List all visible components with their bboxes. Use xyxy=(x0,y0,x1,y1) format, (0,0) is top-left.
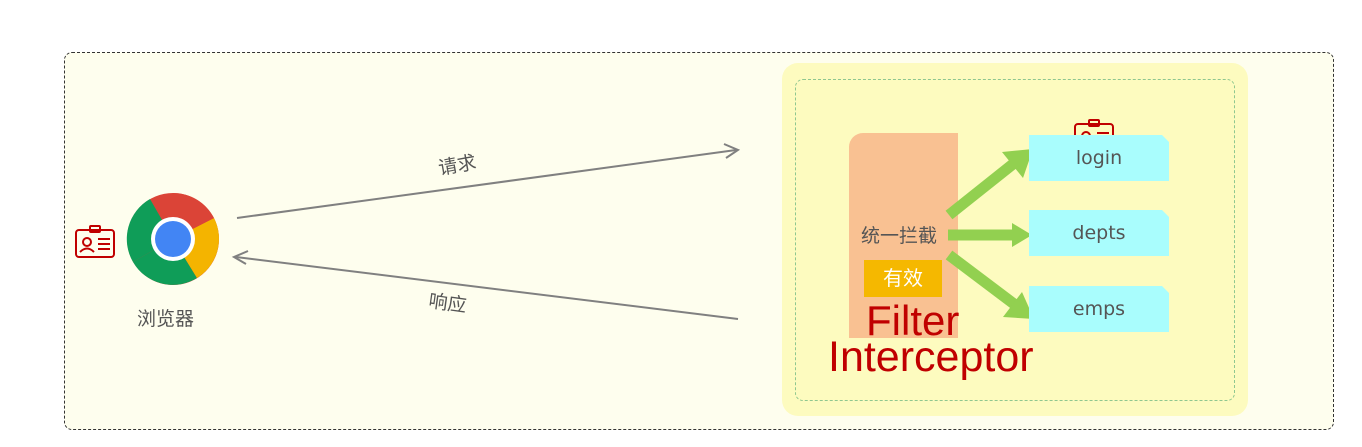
endpoint-emps: emps xyxy=(1029,286,1169,332)
request-arrow xyxy=(236,143,741,219)
green-arrow-depts xyxy=(948,223,1032,247)
valid-badge: 有效 xyxy=(864,260,942,297)
interceptor-title: Interceptor xyxy=(828,333,1034,381)
chrome-browser-icon xyxy=(126,192,219,285)
endpoint-login: login xyxy=(1029,135,1169,181)
endpoint-depts: depts xyxy=(1029,210,1169,256)
response-arrow xyxy=(231,250,739,320)
browser-id-card-icon xyxy=(75,225,115,258)
green-arrow-login xyxy=(945,149,1033,220)
green-arrow-emps xyxy=(945,250,1034,319)
diagram-canvas: 浏览器 请求 响应 统一拦截 有效 Filter Interceptor log… xyxy=(0,0,1362,447)
response-label: 响应 xyxy=(427,290,468,318)
browser-label: 浏览器 xyxy=(137,308,195,330)
unified-intercept-label: 统一拦截 xyxy=(861,225,938,247)
